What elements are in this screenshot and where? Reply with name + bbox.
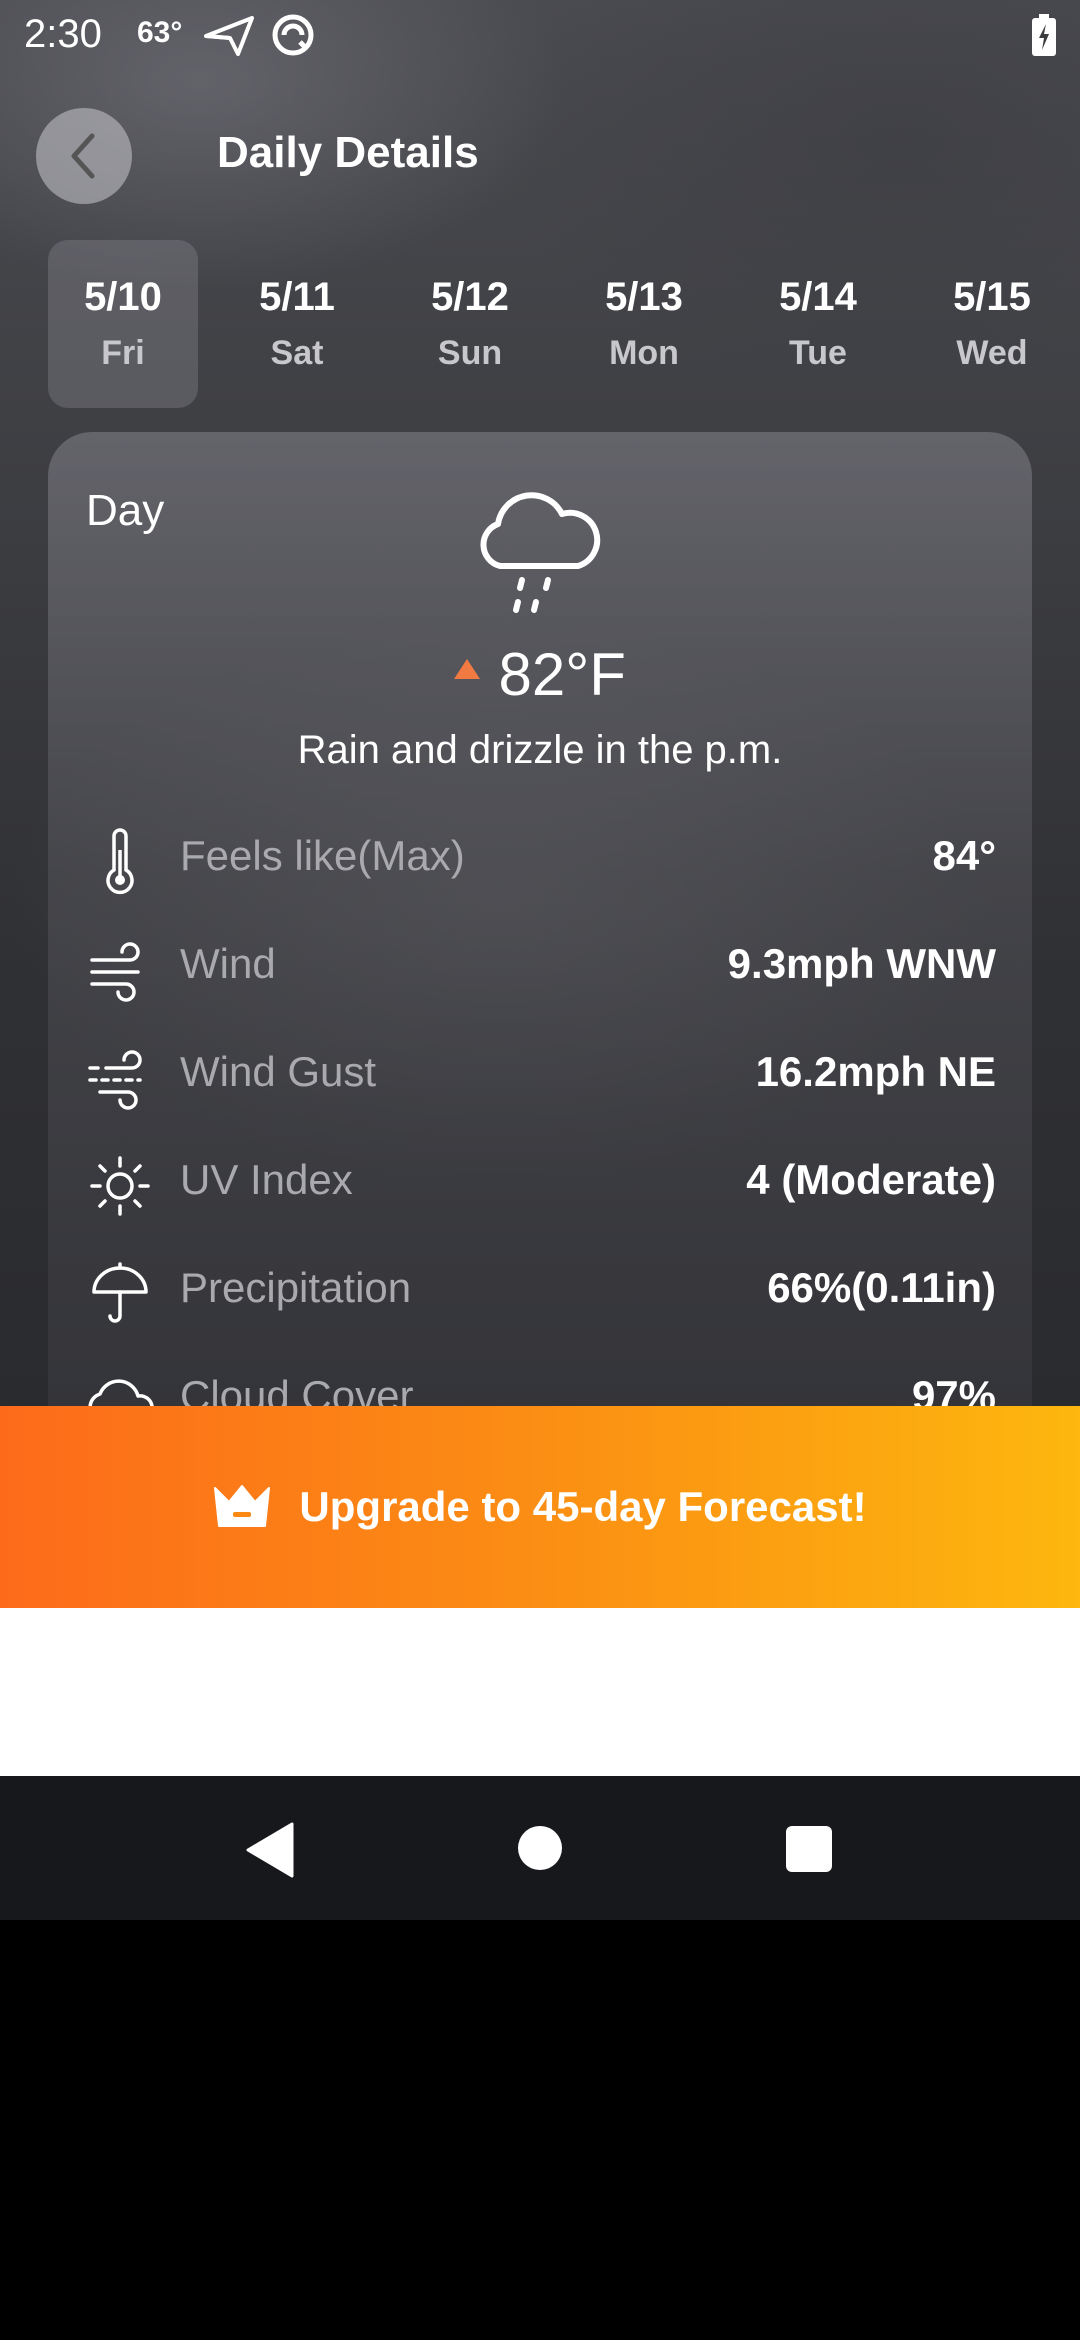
date-tab-date: 5/14 (779, 275, 857, 319)
nav-home-icon[interactable] (518, 1826, 562, 1870)
status-time: 2:30 (24, 12, 102, 56)
detail-value: 4 (Moderate) (746, 1156, 996, 1203)
sun-icon (90, 1156, 150, 1216)
date-tab-date: 5/10 (84, 275, 162, 319)
detail-row-precipitation: Precipitation 66%(0.11in) (86, 1242, 996, 1332)
detail-label: Wind (180, 940, 276, 987)
detail-value: 84° (932, 832, 996, 879)
detail-row-uv-index: UV Index 4 (Moderate) (86, 1134, 996, 1224)
condition-text: Rain and drizzle in the p.m. (297, 728, 783, 772)
date-tab-5-10[interactable]: 5/10 Fri (48, 240, 198, 408)
nav-back-icon[interactable] (244, 1822, 294, 1878)
temperature-up-icon (454, 658, 481, 679)
status-temperature: 63° (137, 16, 183, 49)
system-nav-bar (0, 1776, 1080, 1920)
detail-label: UV Index (180, 1156, 353, 1203)
date-tab-date: 5/11 (259, 275, 335, 319)
detail-label: Feels like(Max) (180, 832, 465, 879)
app-screen: 2:30 63° Daily Details 5/10 Fri 5/11 Sat… (0, 0, 1080, 1408)
date-tab-5-13[interactable]: 5/13 Mon (569, 240, 719, 408)
battery-charging-icon (1032, 14, 1056, 56)
date-tab-5-11[interactable]: 5/11 Sat (222, 240, 372, 408)
nav-recents-icon[interactable] (786, 1826, 832, 1872)
date-tab-date: 5/12 (431, 275, 509, 319)
sync-icon (272, 14, 314, 56)
page-title: Daily Details (217, 128, 479, 177)
date-tab-5-12[interactable]: 5/12 Sun (395, 240, 545, 408)
upgrade-banner[interactable]: Upgrade to 45-day Forecast! (0, 1406, 1080, 1608)
date-tab-5-15[interactable]: 5/15 Wed (917, 240, 1067, 408)
detail-value: 9.3mph WNW (727, 940, 996, 987)
wind-icon (90, 942, 140, 1002)
detail-value: 97% (911, 1372, 996, 1408)
status-bar: 2:30 63° (0, 0, 1080, 72)
detail-label: Cloud Cover (180, 1372, 414, 1408)
card-period-label: Day (86, 486, 165, 535)
detail-row-wind-gust: Wind Gust 16.2mph NE (86, 1026, 996, 1116)
ad-area (0, 1608, 1080, 1776)
date-tab-5-14[interactable]: 5/14 Tue (743, 240, 893, 408)
send-icon (204, 16, 254, 56)
back-button[interactable] (36, 108, 132, 204)
date-tab-weekday: Sun (437, 334, 503, 372)
date-tab-weekday: Tue (789, 334, 847, 372)
temperature-row: 82°F (0, 640, 1080, 709)
date-tab-bar: 5/10 Fri 5/11 Sat 5/12 Sun 5/13 Mon 5/14… (48, 240, 1080, 408)
upgrade-text: Upgrade to 45-day Forecast! (299, 1483, 867, 1530)
detail-row-feels-like: Feels like(Max) 84° (86, 810, 996, 900)
date-tab-weekday: Mon (609, 334, 679, 372)
date-tab-date: 5/15 (953, 275, 1031, 319)
wind-gust-icon (88, 1050, 142, 1110)
cloud-icon (88, 1379, 154, 1408)
temperature-value: 82°F (498, 641, 626, 708)
date-tab-date: 5/13 (605, 275, 683, 319)
chevron-left-icon (71, 133, 95, 179)
umbrella-icon (92, 1262, 148, 1323)
detail-row-wind: Wind 9.3mph WNW (86, 918, 996, 1008)
cloud-drizzle-icon (480, 492, 601, 613)
date-tab-weekday: Fri (101, 334, 145, 372)
detail-label: Precipitation (180, 1264, 412, 1311)
detail-label: Wind Gust (180, 1048, 377, 1095)
detail-value: 66%(0.11in) (767, 1264, 996, 1311)
date-tab-weekday: Sat (270, 334, 324, 372)
detail-value: 16.2mph NE (755, 1048, 996, 1095)
detail-row-cloud-cover: Cloud Cover 97% (86, 1350, 996, 1408)
thermometer-icon (106, 828, 134, 895)
crown-icon (214, 1485, 271, 1527)
date-tab-weekday: Wed (956, 334, 1028, 372)
